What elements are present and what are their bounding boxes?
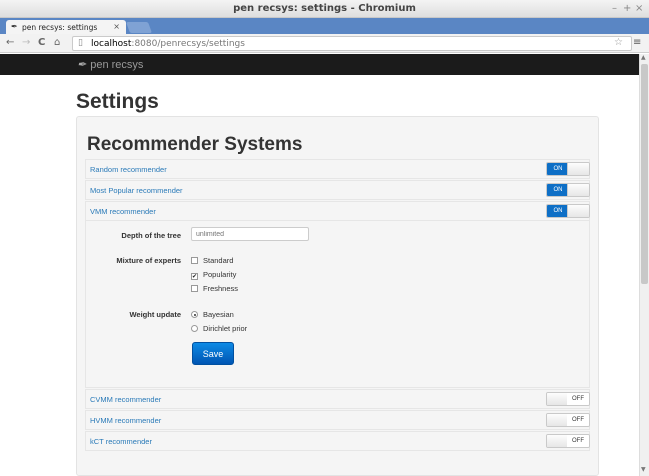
recommender-row-hvmm: HVMM recommender OFF — [85, 410, 590, 430]
toggle-switch[interactable]: OFF — [546, 392, 590, 406]
browser-toolbar: ← → C ⌂ ▯ localhost:8080/penrecsys/setti… — [0, 34, 649, 53]
reload-icon[interactable]: C — [38, 37, 45, 48]
option-label: Dirichlet prior — [203, 324, 248, 333]
weight-label: Weight update — [129, 310, 181, 319]
home-icon[interactable]: ⌂ — [54, 37, 60, 48]
option-label: Bayesian — [203, 310, 234, 319]
url-text: localhost:8080/penrecsys/settings — [91, 39, 245, 49]
tab-settings[interactable]: ✒ pen recsys: settings × — [6, 20, 126, 34]
depth-label: Depth of the tree — [121, 231, 181, 240]
toggle-knob — [547, 414, 569, 426]
page-title: Settings — [76, 90, 159, 113]
recommender-row-cvmm: CVMM recommender OFF — [85, 389, 590, 409]
toggle-on-label: ON — [547, 163, 569, 175]
toggle-knob — [547, 393, 569, 405]
save-button[interactable]: Save — [192, 342, 234, 365]
option-label: Popularity — [203, 270, 237, 279]
expert-option-standard[interactable]: Standard — [191, 256, 233, 265]
toggle-switch[interactable]: OFF — [546, 413, 590, 427]
checkbox[interactable] — [191, 257, 198, 264]
address-bar[interactable]: ▯ localhost:8080/penrecsys/settings — [72, 36, 632, 51]
checkbox[interactable] — [191, 285, 198, 292]
checkbox-checked[interactable]: ✔ — [191, 273, 198, 280]
recommender-row-vmm: VMM recommender ON — [85, 201, 590, 221]
vertical-scrollbar[interactable]: ▲ ▼ — [639, 54, 649, 476]
vmm-settings-form: Depth of the tree Mixture of experts Sta… — [85, 221, 590, 388]
recommender-name[interactable]: HVMM recommender — [90, 416, 161, 425]
toggle-off-label: OFF — [567, 414, 589, 426]
url-path: :8080/penrecsys/settings — [131, 39, 245, 49]
scroll-up-icon[interactable]: ▲ — [641, 54, 646, 61]
feather-icon: ✒ — [77, 59, 87, 71]
recommender-name[interactable]: kCT recommender — [90, 437, 152, 446]
radio[interactable] — [191, 325, 198, 332]
recommender-row-random: Random recommender ON — [85, 159, 590, 179]
radio-checked[interactable] — [191, 311, 198, 318]
recommender-row-kct: kCT recommender OFF — [85, 431, 590, 451]
scrollbar-thumb[interactable] — [641, 64, 648, 284]
menu-icon[interactable]: ≡ — [633, 37, 641, 48]
new-tab-button[interactable] — [125, 22, 153, 33]
expert-option-popularity[interactable]: ✔ Popularity — [191, 270, 236, 280]
tab-strip: ✒ pen recsys: settings × — [0, 18, 649, 34]
scroll-down-icon[interactable]: ▼ — [641, 466, 646, 473]
toggle-knob — [567, 184, 589, 196]
brand-link[interactable]: ✒ pen recsys — [77, 58, 143, 71]
recommender-row-most-popular: Most Popular recommender ON — [85, 180, 590, 200]
forward-icon[interactable]: → — [22, 37, 30, 48]
section-title: Recommender Systems — [87, 134, 303, 155]
tab-label: pen recsys: settings — [22, 23, 98, 32]
option-label: Standard — [203, 256, 234, 265]
url-host: localhost — [91, 39, 132, 49]
navbar: ✒ pen recsys — [0, 54, 639, 75]
maximize-icon[interactable]: + — [623, 3, 631, 14]
recommender-systems-panel: Recommender Systems Random recommender O… — [76, 116, 599, 476]
toggle-switch[interactable]: ON — [546, 204, 590, 218]
page-viewport: ✒ pen recsys Settings Recommender Systems… — [0, 54, 639, 476]
bookmark-star-icon[interactable]: ☆ — [614, 37, 623, 48]
recommender-name[interactable]: Most Popular recommender — [90, 186, 183, 195]
brand-label: pen recsys — [90, 59, 144, 71]
recommender-name[interactable]: Random recommender — [90, 165, 167, 174]
toggle-switch[interactable]: OFF — [546, 434, 590, 448]
window-titlebar: pen recsys: settings - Chromium – + × — [0, 0, 649, 18]
depth-input[interactable] — [191, 227, 309, 241]
option-label: Freshness — [203, 284, 239, 293]
tab-close-icon[interactable]: × — [113, 22, 120, 31]
toggle-switch[interactable]: ON — [546, 183, 590, 197]
toggle-off-label: OFF — [567, 393, 589, 405]
expert-option-freshness[interactable]: Freshness — [191, 284, 238, 293]
window-title: pen recsys: settings - Chromium — [233, 3, 416, 14]
toggle-knob — [547, 435, 569, 447]
feather-favicon-icon: ✒ — [11, 22, 18, 31]
recommender-name[interactable]: CVMM recommender — [90, 395, 161, 404]
back-icon[interactable]: ← — [6, 37, 14, 48]
toggle-knob — [567, 205, 589, 217]
page-icon: ▯ — [78, 38, 83, 48]
toggle-on-label: ON — [547, 184, 569, 196]
mixture-label: Mixture of experts — [116, 256, 181, 265]
toggle-off-label: OFF — [567, 435, 589, 447]
toggle-on-label: ON — [547, 205, 569, 217]
recommender-name[interactable]: VMM recommender — [90, 207, 156, 216]
close-window-icon[interactable]: × — [635, 3, 643, 14]
minimize-icon[interactable]: – — [612, 3, 617, 14]
weight-option-dirichlet[interactable]: Dirichlet prior — [191, 324, 247, 333]
toggle-knob — [567, 163, 589, 175]
weight-option-bayesian[interactable]: Bayesian — [191, 310, 234, 319]
toggle-switch[interactable]: ON — [546, 162, 590, 176]
